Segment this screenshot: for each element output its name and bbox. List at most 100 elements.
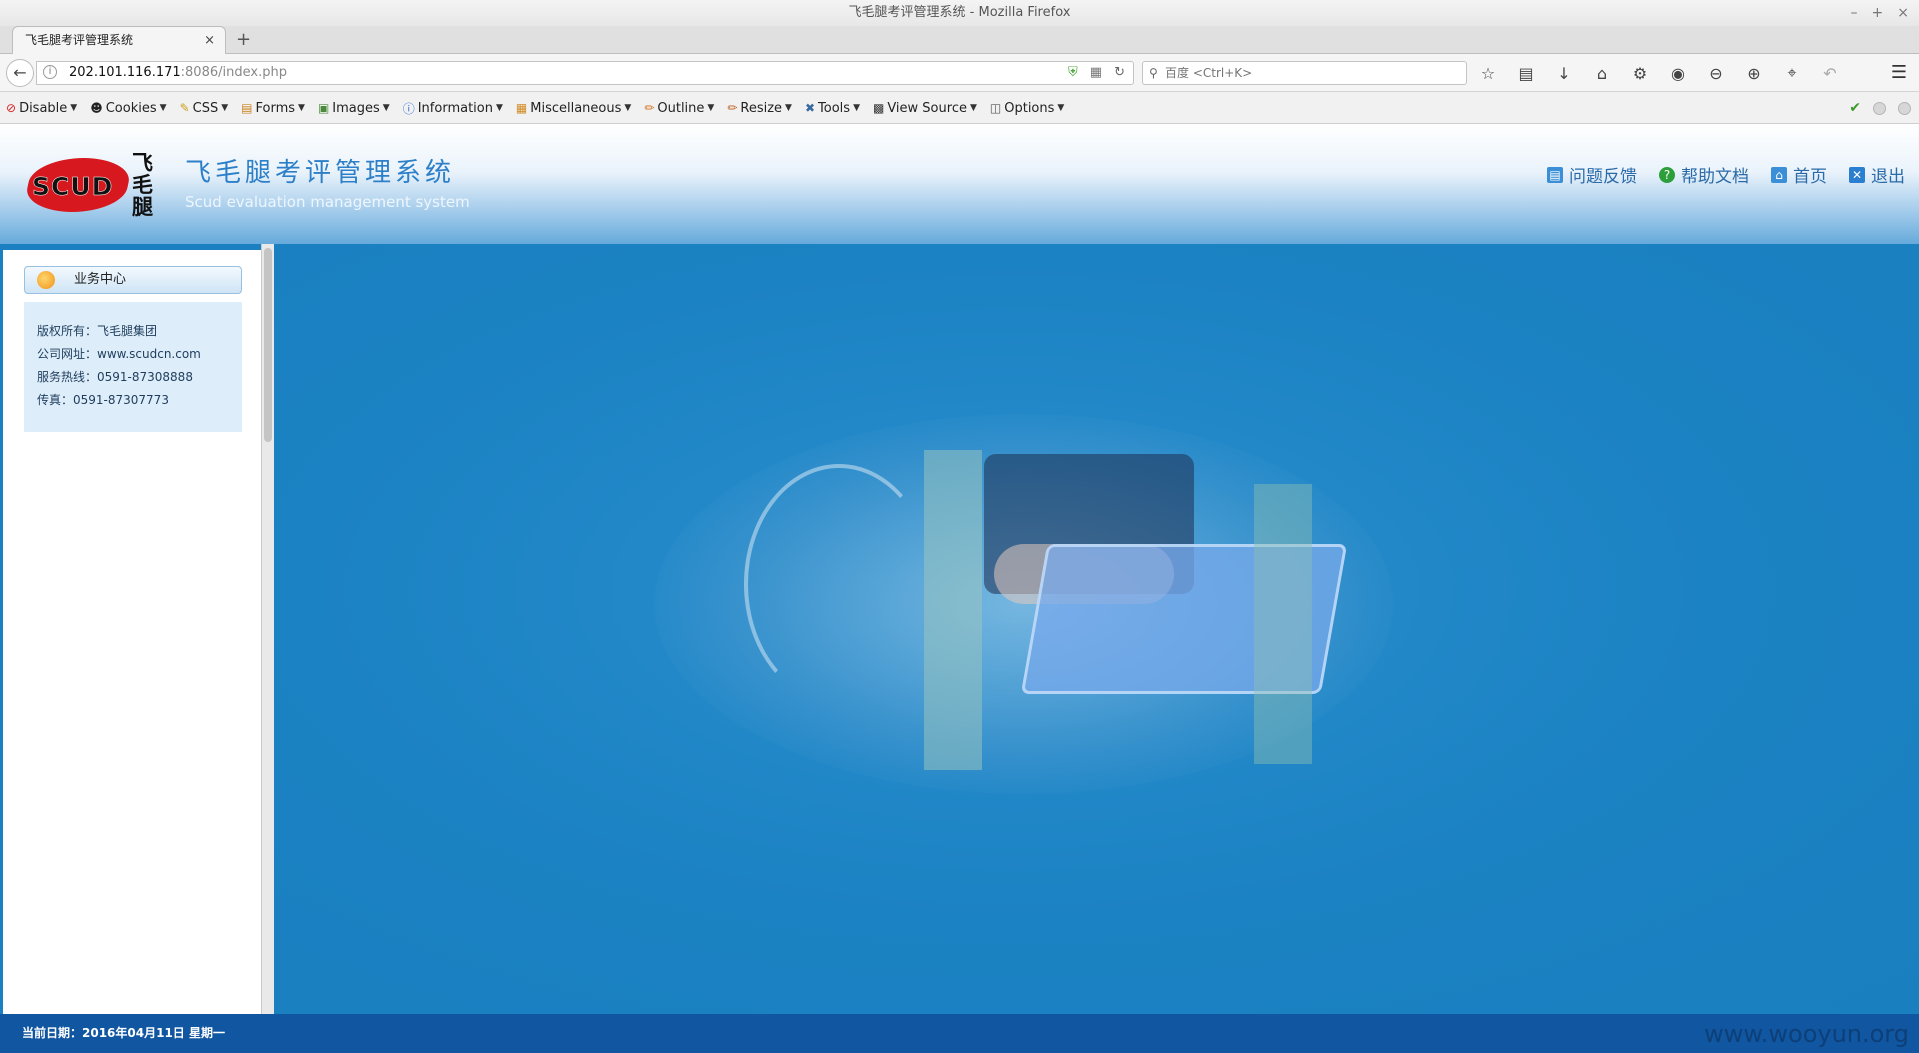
home-link[interactable]: ⌂ 首页 [1771, 162, 1827, 187]
dev-menu-view-source[interactable]: ▩ View Source ▼ [873, 101, 977, 116]
dev-menu-miscellaneous[interactable]: ▦ Miscellaneous ▼ [516, 101, 631, 116]
undo-icon[interactable]: ↶ [1820, 64, 1840, 83]
search-icon: ⚲ [1149, 66, 1158, 80]
home-label: 首页 [1793, 167, 1827, 187]
zoom-in-icon[interactable]: ⊕ [1744, 64, 1764, 83]
sidebar-item-business-center[interactable]: 业务中心 [24, 266, 242, 294]
reload-icon[interactable]: ↻ [1114, 62, 1125, 84]
disable-icon: ⊘ [6, 101, 17, 115]
url-actions: ⛨ ▦ ↻ [1068, 62, 1125, 84]
dev-menu-label: Disable [19, 100, 68, 116]
status-dot-icon[interactable] [1898, 101, 1911, 115]
zoom-out-icon[interactable]: ⊖ [1706, 64, 1726, 83]
sidebar-panel: 业务中心 版权所有：飞毛腿集团 公司网址：www.scudcn.com 服务热线… [3, 250, 261, 1014]
dev-menu-label: Images [332, 100, 380, 116]
copyright-text: 版权所有：飞毛腿集团 [37, 324, 158, 338]
reading-list-icon[interactable]: ▤ [1516, 64, 1536, 83]
dev-menu-css[interactable]: ✎ CSS ▼ [180, 101, 229, 116]
caret-down-icon: ▼ [298, 103, 305, 113]
company-info-box: 版权所有：飞毛腿集团 公司网址：www.scudcn.com 服务热线：0591… [24, 302, 242, 432]
current-date: 当前日期：2016年04月11日 星期一 [22, 1026, 225, 1040]
website-text: 公司网址：www.scudcn.com [37, 347, 201, 361]
maximize-button[interactable]: + [1872, 0, 1884, 26]
logout-link[interactable]: ✕ 退出 [1849, 162, 1905, 187]
download-icon[interactable]: ↓ [1554, 64, 1574, 83]
dev-menu-outline[interactable]: ✏ Outline ▼ [644, 101, 714, 116]
window-title: 飞毛腿考评管理系统 - Mozilla Firefox [848, 5, 1071, 20]
logout-icon: ✕ [1849, 166, 1865, 183]
dev-menu-images[interactable]: ▣ Images ▼ [318, 101, 390, 116]
dev-menu-label: Miscellaneous [530, 100, 622, 116]
dev-menu-label: CSS [192, 100, 219, 116]
logout-label: 退出 [1871, 167, 1905, 187]
dev-menu-information[interactable]: ⓘ Information ▼ [403, 100, 503, 117]
dev-menu-cookies[interactable]: ☻ Cookies ▼ [90, 101, 166, 116]
new-tab-button[interactable]: + [236, 28, 251, 52]
shield-icon[interactable]: ⛨ [1068, 62, 1078, 84]
dev-menu-label: Information [417, 100, 493, 116]
dev-toolbar-items: ⊘ Disable ▼ ☻ Cookies ▼ ✎ CSS ▼ ▤ Forms ▼ ▣ Image… [6, 92, 1064, 124]
window-titlebar: 飞毛腿考评管理系统 - Mozilla Firefox – + × [0, 0, 1919, 26]
main-content [274, 244, 1919, 1014]
search-input[interactable] [1165, 63, 1460, 83]
feedback-icon: ▤ [1547, 166, 1563, 183]
logo-chinese: 飞毛腿 [132, 151, 153, 219]
dev-menu-disable[interactable]: ⊘ Disable ▼ [6, 101, 77, 116]
tools-icon: ✖ [804, 101, 816, 115]
url-path: :8086/index.php [180, 65, 287, 80]
help-label: 帮助文档 [1681, 167, 1749, 187]
web-developer-toolbar: ⊘ Disable ▼ ☻ Cookies ▼ ✎ CSS ▼ ▤ Forms ▼ ▣ Image… [0, 92, 1919, 124]
watermark: www.wooyun.org [1704, 1020, 1909, 1048]
caret-down-icon: ▼ [853, 103, 860, 113]
images-icon: ▣ [317, 101, 330, 115]
tab-active[interactable]: 飞毛腿考评管理系统 × [12, 26, 226, 55]
bookmark-star-icon[interactable]: ☆ [1478, 64, 1498, 83]
url-text[interactable]: 202.101.116.171:8086/index.php [69, 62, 287, 84]
dev-menu-forms[interactable]: ▤ Forms ▼ [241, 101, 305, 116]
information-icon: ⓘ [402, 101, 415, 116]
web-page: SCUD 飞毛腿 飞毛腿考评管理系统 Scud evaluation manag… [0, 124, 1919, 1053]
status-dot-icon[interactable] [1873, 101, 1886, 115]
hamburger-menu-icon[interactable]: ☰ [1891, 62, 1907, 83]
scud-logo: SCUD 飞毛腿 [22, 151, 162, 219]
dev-menu-resize[interactable]: ✏ Resize ▼ [727, 101, 792, 116]
dev-menu-options[interactable]: ◫ Options ▼ [990, 101, 1064, 116]
site-info-icon[interactable]: i [43, 65, 57, 79]
close-window-button[interactable]: × [1897, 0, 1909, 26]
home-icon: ⌂ [1771, 166, 1787, 183]
caret-down-icon: ▼ [382, 103, 390, 113]
dev-menu-label: Outline [657, 100, 705, 116]
help-icon: ? [1659, 166, 1675, 183]
search-bar[interactable]: ⚲ [1142, 61, 1467, 85]
caret-down-icon: ▼ [707, 103, 715, 113]
crop-icon[interactable]: ⌖ [1782, 63, 1802, 83]
workshop-photo [654, 414, 1394, 794]
qr-code-icon[interactable]: ▦ [1090, 62, 1102, 84]
site-header: SCUD 飞毛腿 飞毛腿考评管理系统 Scud evaluation manag… [0, 124, 1919, 244]
navigation-bar: ← i 202.101.116.171:8086/index.php ⛨ ▦ ↻… [0, 54, 1919, 92]
url-bar[interactable]: i 202.101.116.171:8086/index.php ⛨ ▦ ↻ [36, 61, 1134, 85]
dev-menu-tools[interactable]: ✖ Tools ▼ [805, 101, 860, 116]
business-center-icon [37, 271, 55, 289]
help-link[interactable]: ? 帮助文档 [1659, 162, 1749, 187]
addon-globe-icon[interactable]: ◉ [1668, 64, 1688, 83]
options-icon: ◫ [989, 101, 1002, 115]
window-controls: – + × [1851, 0, 1909, 26]
checkmark-icon[interactable]: ✔ [1849, 100, 1861, 116]
caret-down-icon: ▼ [624, 103, 632, 113]
home-icon[interactable]: ⌂ [1592, 64, 1612, 83]
back-button[interactable]: ← [6, 59, 34, 87]
sidebar-scrollbar[interactable] [261, 244, 274, 1014]
caret-down-icon: ▼ [785, 103, 792, 113]
extension-icon[interactable]: ⚙ [1630, 64, 1650, 83]
page-subtitle: Scud evaluation management system [185, 193, 470, 211]
toolbar-icons: ☆ ▤ ↓ ⌂ ⚙ ◉ ⊖ ⊕ ⌖ ↶ [1478, 54, 1840, 92]
sidebar: 业务中心 版权所有：飞毛腿集团 公司网址：www.scudcn.com 服务热线… [0, 244, 274, 1014]
scrollbar-thumb[interactable] [264, 248, 272, 442]
dev-menu-label: Tools [818, 100, 851, 116]
caret-down-icon: ▼ [1057, 103, 1065, 113]
tab-close-icon[interactable]: × [204, 27, 215, 54]
feedback-link[interactable]: ▤ 问题反馈 [1547, 162, 1637, 187]
minimize-button[interactable]: – [1851, 0, 1858, 26]
status-footer: 当前日期：2016年04月11日 星期一 www.wooyun.org [0, 1014, 1919, 1053]
